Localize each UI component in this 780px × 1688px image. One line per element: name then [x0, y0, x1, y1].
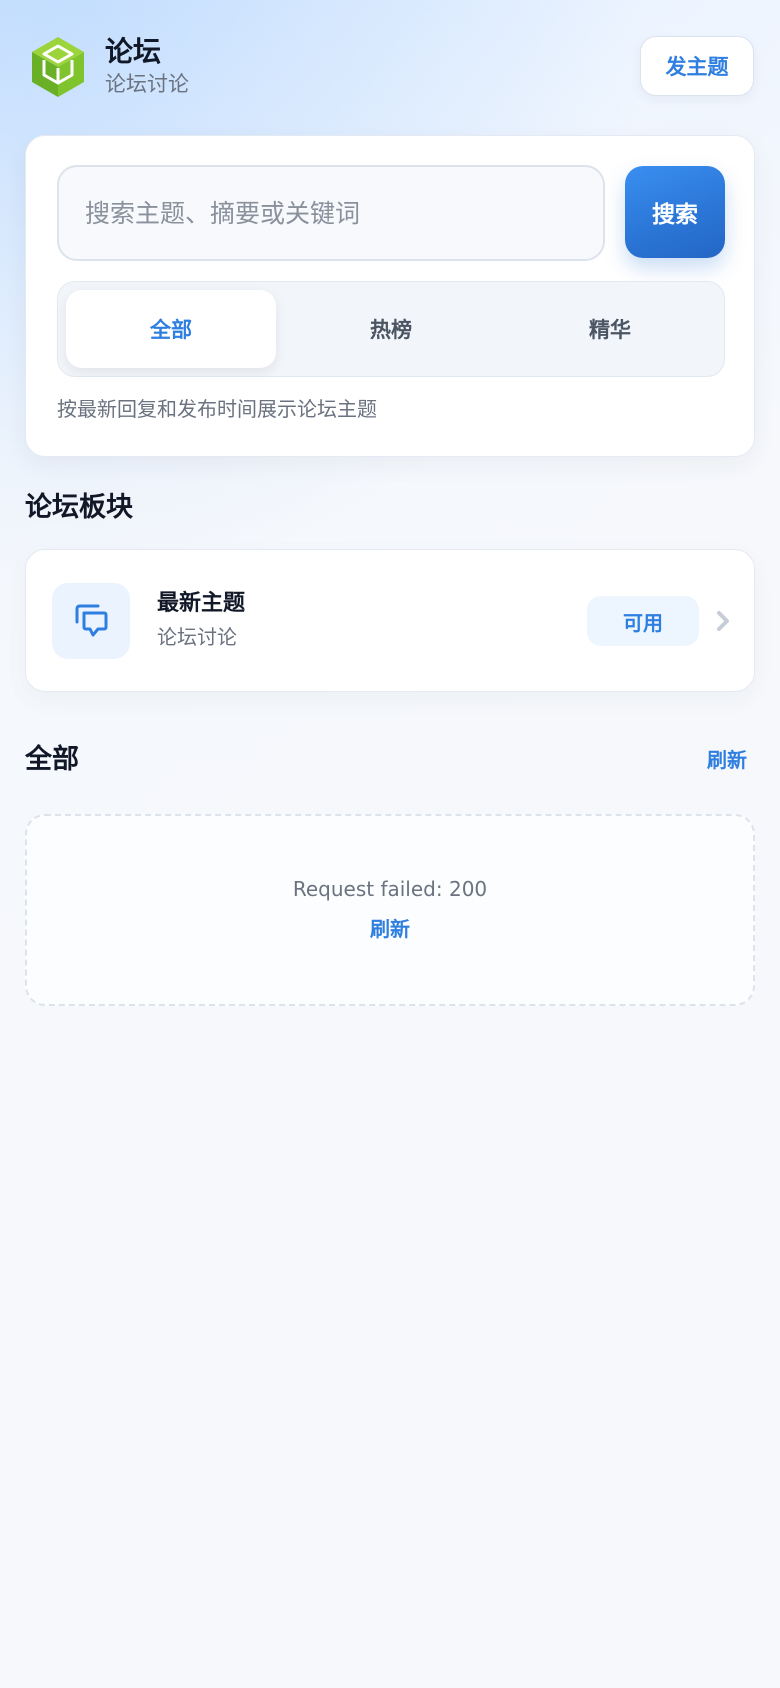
- search-input[interactable]: [57, 165, 605, 261]
- board-item-latest-topics[interactable]: 最新主题 论坛讨论 可用: [25, 549, 755, 692]
- cube-logo-icon: [30, 35, 86, 99]
- app-title: 论坛: [105, 35, 162, 68]
- search-button[interactable]: 搜索: [625, 166, 725, 258]
- topic-filter-tabs: 全部 热榜 精华: [57, 281, 725, 377]
- board-section-title: 论坛板块: [25, 492, 133, 523]
- topics-section-title: 全部: [25, 744, 79, 775]
- tab-featured[interactable]: 精华: [505, 290, 715, 368]
- board-subtitle: 论坛讨论: [157, 625, 237, 649]
- forum-page: 论坛 论坛讨论 发主题 搜索 全部 热榜 精华 按最新回复和发布时间展示论坛主题…: [0, 0, 780, 1688]
- page-header: 论坛 论坛讨论 发主题: [26, 35, 754, 101]
- app-subtitle: 论坛讨论: [105, 72, 189, 96]
- search-card: 搜索 全部 热榜 精华 按最新回复和发布时间展示论坛主题: [25, 135, 755, 457]
- error-message: Request failed: 200: [292, 877, 488, 901]
- search-hint: 按最新回复和发布时间展示论坛主题: [57, 397, 377, 421]
- tab-all[interactable]: 全部: [66, 290, 276, 368]
- chat-bubbles-icon: [52, 583, 130, 659]
- tab-hot[interactable]: 热榜: [286, 290, 496, 368]
- retry-refresh-button[interactable]: 刷新: [27, 916, 753, 942]
- new-topic-button[interactable]: 发主题: [640, 36, 754, 96]
- board-title: 最新主题: [157, 591, 246, 616]
- refresh-button[interactable]: 刷新: [707, 746, 747, 774]
- chevron-right-icon: [715, 610, 731, 632]
- topics-error-card: Request failed: 200 刷新: [25, 814, 755, 1006]
- status-badge: 可用: [587, 596, 699, 646]
